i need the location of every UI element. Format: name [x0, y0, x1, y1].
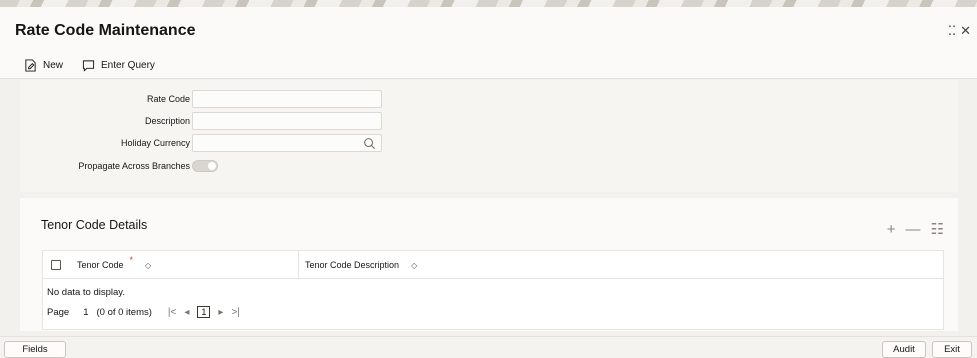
tenor-code-grid: Tenor Code * ◇ Tenor Code Description ◇ … [42, 250, 944, 330]
propagate-row: Propagate Across Branches [20, 157, 440, 175]
window-controls: ⁚⁚ ✕ [948, 23, 971, 39]
resize-icon[interactable]: ⁚⁚ [948, 23, 956, 39]
enter-query-button[interactable]: Enter Query [82, 59, 155, 72]
add-row-icon[interactable]: + [887, 221, 896, 238]
page-number-input[interactable]: 1 [83, 307, 88, 318]
rate-code-label: Rate Code* [147, 93, 197, 104]
tenor-panel-title: Tenor Code Details [41, 218, 148, 232]
last-page-icon[interactable]: >| [231, 307, 239, 318]
decorative-header-strip [0, 0, 977, 7]
remove-row-icon[interactable]: — [906, 221, 921, 238]
close-icon[interactable]: ✕ [960, 23, 971, 39]
new-record-icon [25, 59, 36, 72]
audit-button[interactable]: Audit [882, 341, 926, 358]
description-row: Description [20, 112, 440, 130]
sort-icon[interactable]: ◇ [145, 261, 151, 270]
select-all-cell [51, 251, 61, 279]
column-divider [298, 251, 299, 279]
rate-code-row: Rate Code* [20, 90, 440, 108]
rate-code-input[interactable] [192, 90, 382, 108]
holiday-currency-label: Holiday Currency [120, 138, 190, 148]
columns-icon[interactable]: ☷ [931, 220, 944, 238]
new-label: New [43, 60, 64, 71]
rate-code-form: Rate Code* Description Holiday Currency … [20, 80, 958, 192]
previous-page-icon[interactable]: ◂ [184, 307, 189, 318]
enter-query-label: Enter Query [101, 60, 155, 71]
next-page-icon[interactable]: ▸ [218, 307, 223, 318]
propagate-label: Propagate Across Branches [78, 161, 190, 171]
page-info: (0 of 0 items) [96, 306, 152, 318]
empty-grid-message: No data to display. [47, 287, 125, 298]
description-label: Description [144, 116, 190, 126]
column-header-tenor-code[interactable]: Tenor Code * ◇ [77, 251, 151, 279]
current-page-button[interactable]: 1 [197, 306, 211, 318]
new-button[interactable]: New [24, 59, 63, 72]
title-bar: Rate Code Maintenance ⁚⁚ ✕ [0, 7, 977, 53]
select-all-checkbox[interactable] [51, 260, 61, 270]
pagination: Page 1 (0 of 0 items) |< ◂ 1 ▸ >| [47, 306, 240, 318]
toolbar: New Enter Query [0, 53, 977, 79]
footer-bar: Fields Audit Exit [0, 336, 977, 358]
tenor-panel-actions: + — ☷ [887, 220, 944, 239]
required-marker: * [129, 255, 134, 265]
first-page-icon[interactable]: |< [168, 307, 176, 318]
sort-icon[interactable]: ◇ [411, 261, 417, 270]
tenor-code-panel: Tenor Code Details + — ☷ Tenor Code * ◇ … [20, 198, 958, 331]
query-icon [82, 60, 95, 72]
description-input[interactable] [192, 112, 382, 130]
search-icon[interactable] [363, 137, 376, 150]
exit-button[interactable]: Exit [932, 341, 972, 358]
grid-header: Tenor Code * ◇ Tenor Code Description ◇ [43, 251, 943, 279]
holiday-currency-input[interactable] [192, 134, 382, 152]
column-header-tenor-code-description[interactable]: Tenor Code Description ◇ [305, 251, 417, 279]
page-title: Rate Code Maintenance [15, 22, 196, 39]
propagate-toggle[interactable] [192, 160, 218, 172]
holiday-currency-row: Holiday Currency [20, 134, 440, 152]
page-label: Page [47, 306, 70, 318]
fields-button[interactable]: Fields [4, 341, 66, 358]
